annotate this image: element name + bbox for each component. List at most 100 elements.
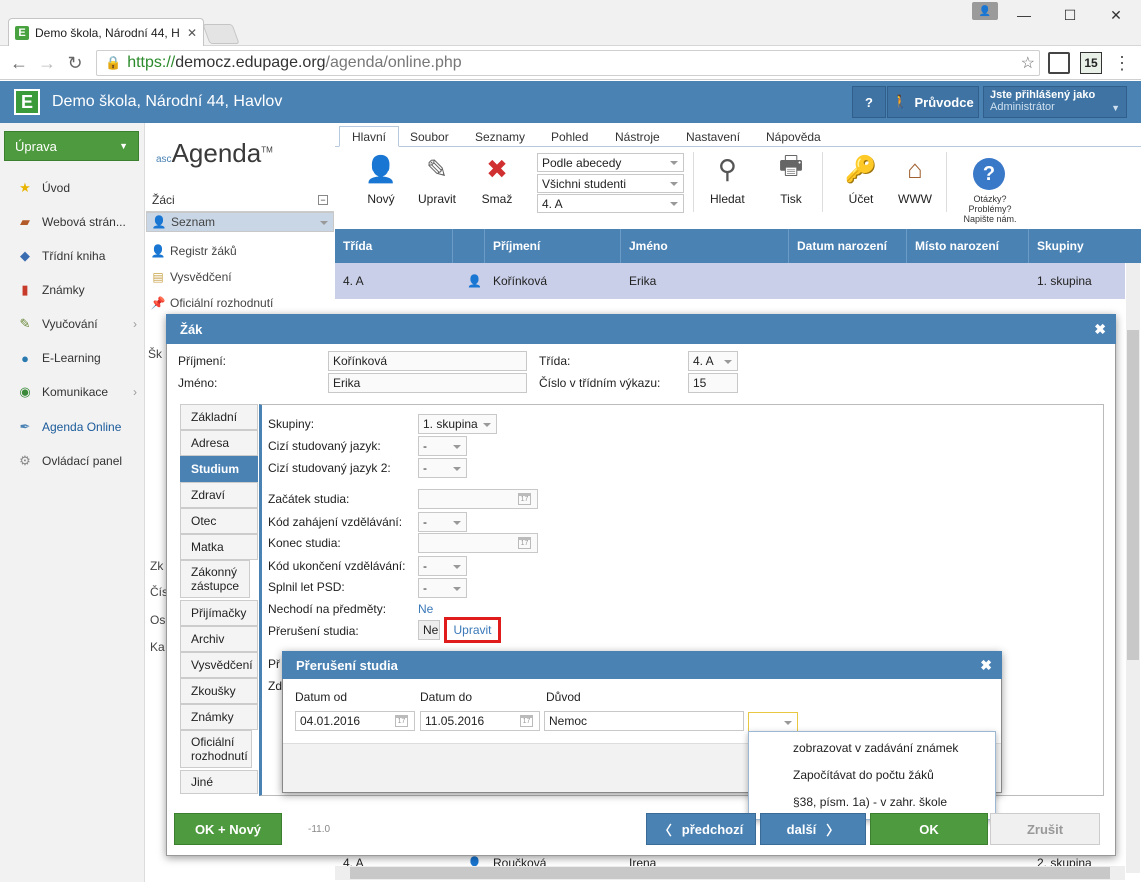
option-show-in-grades[interactable]: zobrazovat v zadávání známek — [793, 741, 958, 755]
options-select[interactable] — [748, 712, 798, 732]
sidebar-item-class-book[interactable]: ◆ Třídní kniha — [0, 240, 145, 272]
www-button[interactable]: ⌂ WWW — [898, 152, 932, 207]
sidebar-item-grades[interactable]: ▮ Známky — [0, 274, 145, 306]
col-prijmeni[interactable]: Příjmení — [485, 229, 621, 263]
tab-napoveda[interactable]: Nápověda — [754, 126, 833, 147]
tab-seznamy[interactable]: Seznamy — [463, 126, 537, 147]
help-question-icon[interactable]: ? — [973, 158, 1005, 190]
browser-tab[interactable]: E Demo škola, Národní 44, H ✕ — [8, 18, 204, 46]
sidebar-item-agenda-online[interactable]: ✒ Agenda Online — [0, 411, 145, 443]
number-input[interactable]: 15 — [688, 373, 738, 393]
tab-archiv[interactable]: Archiv — [180, 626, 258, 652]
absent-value[interactable]: Ne — [418, 602, 433, 616]
close-tab-icon[interactable]: ✕ — [187, 26, 197, 40]
filter-select[interactable]: Všichni studenti — [537, 174, 684, 193]
tab-znamky[interactable]: Známky — [180, 704, 258, 730]
new-button[interactable]: 👤 Nový — [364, 152, 398, 207]
class-select[interactable]: 4. A — [537, 194, 684, 213]
tab-zkousky[interactable]: Zkoušky — [180, 678, 258, 704]
table-hscrollbar-thumb[interactable] — [350, 867, 1110, 879]
maximize-icon[interactable]: ☐ — [1048, 0, 1092, 30]
tab-pohled[interactable]: Pohled — [539, 126, 600, 147]
close-icon[interactable]: ✖ — [1094, 321, 1106, 338]
next-button[interactable]: další 〉 — [760, 813, 866, 845]
ok-new-button[interactable]: OK + Nový — [174, 813, 282, 845]
find-button[interactable]: ⚲ Hledat — [710, 152, 745, 207]
col-skupiny[interactable]: Skupiny — [1029, 229, 1141, 263]
back-icon[interactable]: ← — [8, 52, 30, 74]
edit-mode-button[interactable]: Úprava ▼ — [4, 131, 139, 161]
previous-button[interactable]: 〈 předchozí — [646, 813, 756, 845]
agenda-item-list[interactable]: 👤 Seznam — [146, 212, 334, 232]
option-abroad-school[interactable]: §38, písm. 1a) - v zahr. škole — [793, 795, 947, 809]
start-code-select[interactable]: - — [418, 512, 467, 532]
reason-input[interactable]: Nemoc — [544, 711, 744, 731]
tab-zakonny-zastupce[interactable]: Zákonný zástupce — [180, 560, 250, 598]
tab-nastaveni[interactable]: Nastavení — [674, 126, 752, 147]
browser-menu-icon[interactable]: ⋮ — [1112, 52, 1132, 74]
help-button[interactable]: ? — [852, 86, 886, 118]
tab-studium[interactable]: Studium — [180, 456, 258, 482]
col-trida[interactable]: Třída — [335, 229, 453, 263]
tab-hlavni[interactable]: Hlavní — [339, 126, 400, 147]
sidebar-item-uvod[interactable]: ★ Úvod — [0, 172, 145, 204]
cancel-button[interactable]: Zrušit — [990, 813, 1100, 845]
from-date-input[interactable]: 04.01.2016 17 — [295, 711, 415, 731]
class-select[interactable]: 4. A — [688, 351, 738, 371]
bookmark-star-icon[interactable]: ☆ — [1021, 53, 1035, 73]
delete-button[interactable]: ✖ Smaž — [480, 152, 514, 207]
tab-oficialni-rozhodnuti[interactable]: Oficiální rozhodnutí — [180, 730, 252, 768]
agenda-item-registry[interactable]: 👤 Registr žáků — [146, 238, 334, 264]
tab-matka[interactable]: Matka — [180, 534, 258, 560]
sort-select[interactable]: Podle abecedy — [537, 153, 684, 172]
close-window-icon[interactable]: ✕ — [1094, 0, 1138, 30]
sidebar-item-elearning[interactable]: ● E-Learning — [0, 342, 145, 374]
tab-soubor[interactable]: Soubor — [398, 126, 461, 147]
table-row[interactable]: 4. A 👤 Kořínková Erika 1. skupina — [335, 263, 1125, 299]
end-code-select[interactable]: - — [418, 556, 467, 576]
print-button[interactable]: 🖶 Tisk — [774, 150, 808, 206]
name-input[interactable]: Erika — [328, 373, 527, 393]
account-button[interactable]: 🔑 Účet — [844, 152, 878, 207]
col-jmeno[interactable]: Jméno — [621, 229, 789, 263]
groups-select[interactable]: 1. skupina — [418, 414, 497, 434]
col-misto[interactable]: Místo narození — [907, 229, 1029, 263]
option-count-students[interactable]: Započítávat do počtu žáků — [793, 768, 934, 782]
table-scrollbar-thumb[interactable] — [1127, 330, 1139, 660]
sidebar-item-communication[interactable]: ◉ Komunikace › — [0, 376, 145, 408]
sidebar-item-web[interactable]: ▰ Webová strán... — [0, 206, 145, 238]
end-date-input[interactable]: 17 — [418, 533, 538, 553]
col-datum[interactable]: Datum narození — [789, 229, 907, 263]
ok-button[interactable]: OK — [870, 813, 988, 845]
calendar-icon[interactable]: 17 — [518, 493, 531, 505]
col-icon[interactable] — [453, 229, 485, 263]
interrupt-edit-button[interactable]: Upravit — [444, 617, 501, 643]
guide-button[interactable]: 🚶 Průvodce — [887, 86, 979, 118]
reload-icon[interactable]: ↻ — [64, 52, 86, 74]
lang1-select[interactable]: - — [418, 436, 467, 456]
agenda-item-report[interactable]: ▤ Vysvědčení — [146, 264, 334, 290]
screen-capture-extension-icon[interactable] — [1048, 52, 1070, 74]
tab-nastroje[interactable]: Nástroje — [603, 126, 672, 147]
tab-prijimacky[interactable]: Přijímačky — [180, 600, 258, 626]
edupage-logo-icon[interactable]: E — [14, 89, 40, 115]
calendar-icon[interactable]: 17 — [395, 715, 408, 727]
sidebar-item-control-panel[interactable]: ⚙ Ovládací panel — [0, 445, 145, 477]
tab-zdravi[interactable]: Zdraví — [180, 482, 258, 508]
agenda-item-decision[interactable]: 📌 Oficiální rozhodnutí — [146, 290, 334, 316]
psd-select[interactable]: - — [418, 578, 467, 598]
edit-button[interactable]: ✎ Upravit — [418, 152, 456, 207]
sidebar-item-teaching[interactable]: ✎ Vyučování › — [0, 308, 145, 340]
tab-jine[interactable]: Jiné — [180, 770, 258, 794]
tab-otec[interactable]: Otec — [180, 508, 258, 534]
tab-zakladni[interactable]: Základní — [180, 404, 258, 430]
lang2-select[interactable]: - — [418, 458, 467, 478]
to-date-input[interactable]: 11.05.2016 17 — [420, 711, 540, 731]
minimize-icon[interactable]: — — [1002, 0, 1046, 30]
calendar-icon[interactable]: 17 — [520, 715, 533, 727]
tab-adresa[interactable]: Adresa — [180, 430, 258, 456]
extension-badge[interactable]: 15 — [1080, 52, 1102, 74]
help-note[interactable]: Otázky? Problémy? Napište nám. — [958, 194, 1022, 224]
profile-icon[interactable]: 👤 — [972, 2, 998, 20]
url-input[interactable]: 🔒 https://democz.edupage.org/agenda/onli… — [96, 50, 1040, 76]
